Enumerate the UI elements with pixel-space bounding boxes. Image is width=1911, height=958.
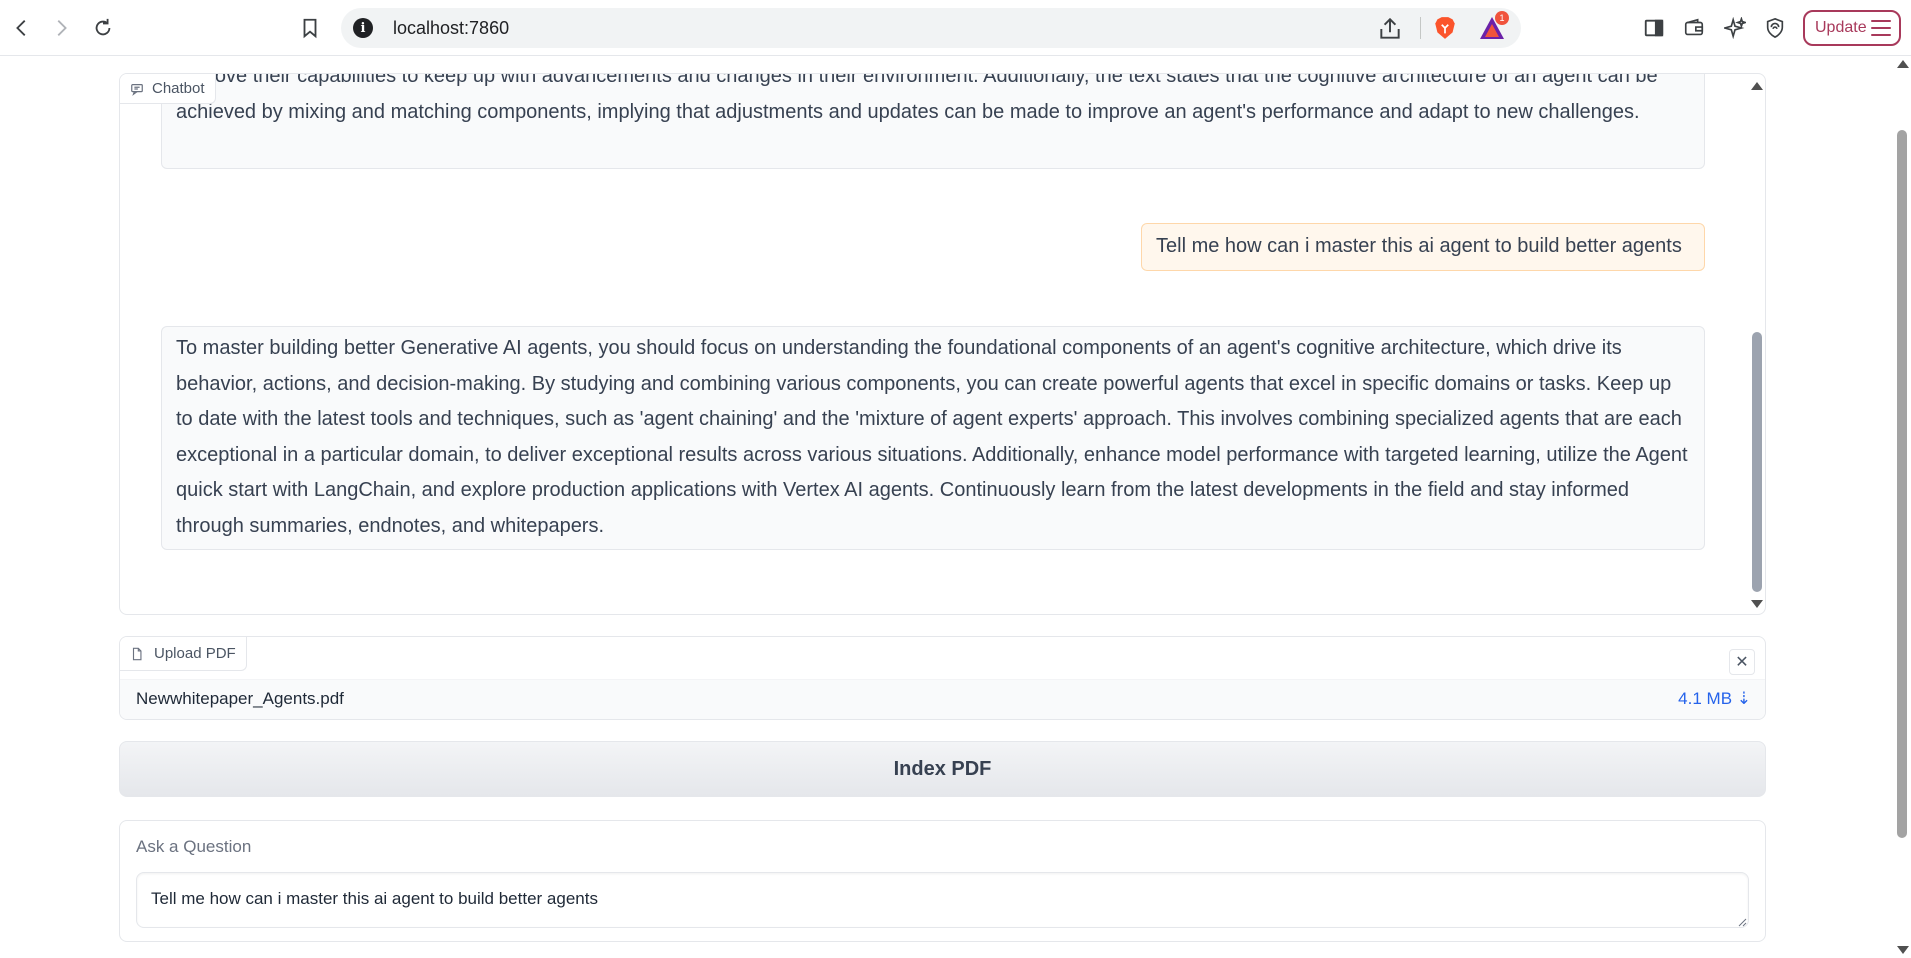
url-separator [1420,17,1421,39]
bookmark-icon [303,18,317,39]
url-text[interactable]: localhost:7860 [393,18,509,39]
sidebar-toggle-button[interactable] [1638,12,1670,44]
update-label: Update [1815,19,1867,36]
sidebar-icon [1644,19,1664,37]
menu-icon [1871,20,1891,36]
page-scrollbar[interactable] [1893,56,1911,958]
question-input[interactable]: Tell me how can i master this ai agent t… [136,872,1749,928]
resize-grip-icon[interactable] [1737,917,1747,927]
chatbot-panel: Chatbot improve their capabilities to ke… [119,73,1766,615]
chat-scroll-down-icon[interactable] [1751,600,1763,608]
back-button[interactable] [6,12,38,44]
file-size-download-link[interactable]: 4.1 MB ⇣ [1678,689,1751,709]
shield-icon [1766,17,1784,39]
browser-toolbar: i localhost:7860 1 Update [0,0,1911,56]
page-scroll-thumb[interactable] [1897,130,1907,838]
forward-button[interactable] [45,12,77,44]
chat-bubble-icon [131,83,143,96]
reload-icon [95,18,111,36]
forward-arrow-icon [57,20,67,36]
chat-scroll-thumb[interactable] [1752,332,1762,592]
wallet-button[interactable] [1678,12,1710,44]
user-message: Tell me how can i master this ai agent t… [1141,223,1705,271]
index-pdf-button[interactable]: Index PDF [119,741,1766,797]
chat-scroll-up-icon[interactable] [1751,82,1763,90]
bot-message: To master building better Generative AI … [161,326,1705,550]
upload-pdf-panel: Upload PDF ✕ Newwhitepaper_Agents.pdf 4.… [119,636,1766,720]
scroll-down-arrow-icon[interactable] [1897,946,1909,954]
back-arrow-icon [16,20,26,36]
close-icon: ✕ [1735,654,1749,671]
bookmark-button[interactable] [294,12,326,44]
brave-shields-icon[interactable] [1432,15,1458,41]
update-button[interactable]: Update [1803,10,1901,46]
sparkle-icon [1724,17,1746,39]
scroll-up-arrow-icon[interactable] [1897,60,1909,68]
chatbot-label: Chatbot [120,74,216,104]
reload-button[interactable] [87,12,119,44]
file-icon [132,647,142,660]
wallet-icon [1684,18,1704,36]
share-icon[interactable] [1377,16,1403,42]
rewards-badge: 1 [1495,11,1509,25]
file-name: Newwhitepaper_Agents.pdf [136,689,344,708]
upload-pdf-label-text: Upload PDF [154,645,236,662]
chatbot-label-text: Chatbot [152,80,205,97]
address-bar[interactable]: i localhost:7860 1 [341,8,1521,48]
bot-message: improve their capabilities to keep up wi… [161,74,1705,169]
site-info-icon[interactable]: i [353,18,373,38]
question-label: Ask a Question [136,837,252,856]
upload-pdf-label: Upload PDF [120,637,247,671]
vpn-button[interactable] [1759,12,1791,44]
question-panel: Ask a Question Tell me how can i master … [119,820,1766,942]
leo-ai-button[interactable] [1719,12,1751,44]
chat-scrollbar[interactable] [1749,74,1765,614]
uploaded-file-row: Newwhitepaper_Agents.pdf 4.1 MB ⇣ [120,679,1765,719]
clear-file-button[interactable]: ✕ [1729,649,1755,675]
